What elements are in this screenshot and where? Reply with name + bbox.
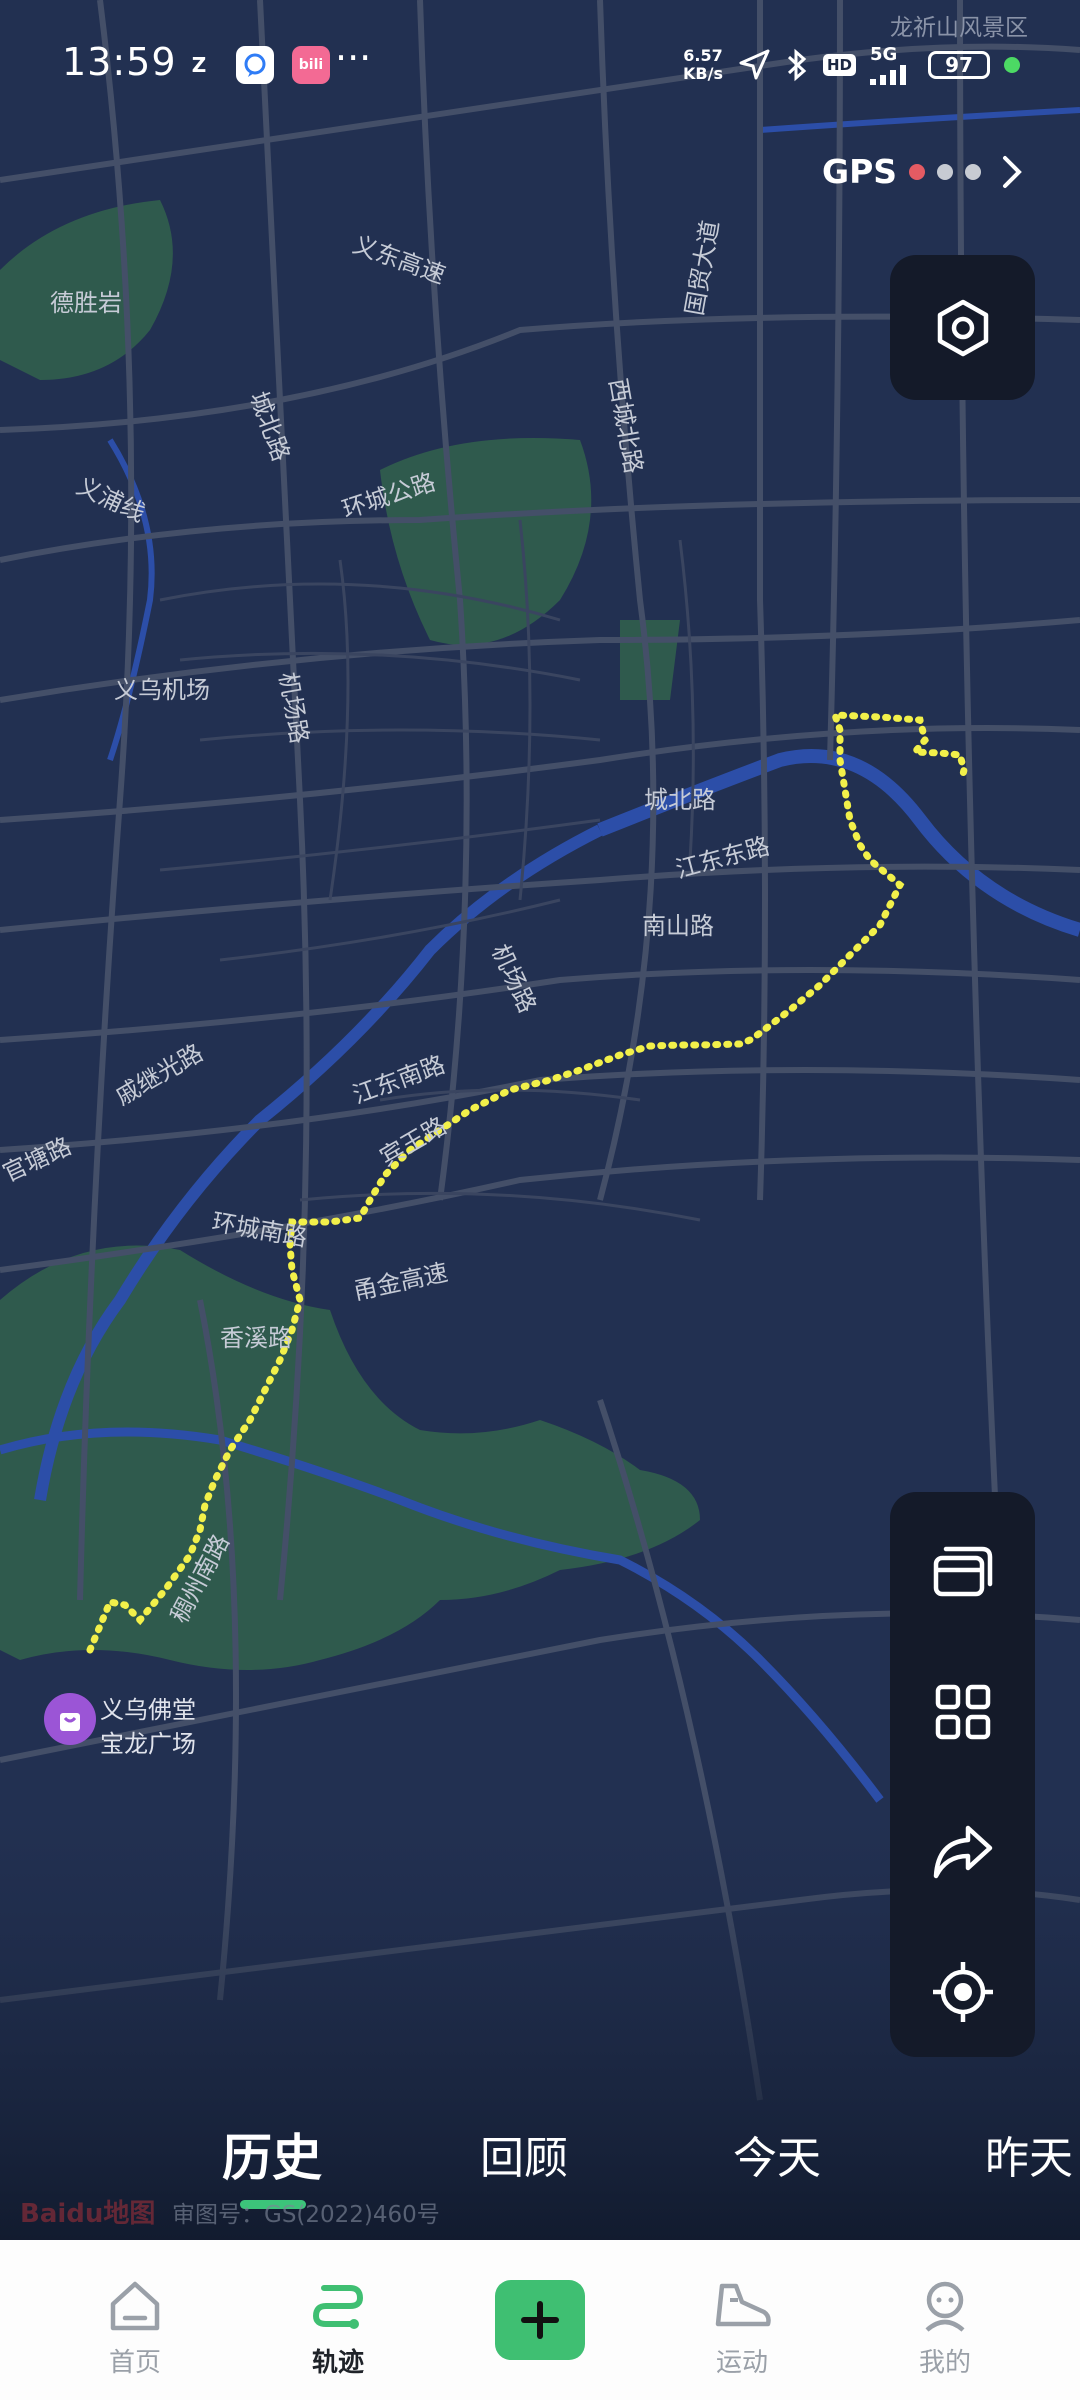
map-label: 城北路 (644, 786, 716, 814)
sneaker-icon (712, 2276, 772, 2336)
gps-signal-dot (909, 163, 926, 180)
tab-yesterday[interactable]: 昨天 (985, 2122, 1073, 2186)
map-tools-panel (890, 1492, 1035, 2057)
hd-badge: HD (822, 53, 856, 76)
layers-icon (933, 1546, 992, 1597)
status-time: 13:59 (62, 40, 177, 84)
location-arrow-icon (739, 49, 770, 79)
map-label: 义乌机场 (114, 676, 210, 704)
battery-indicator: 97 (928, 50, 990, 79)
nav-home[interactable]: 首页 (65, 2240, 205, 2400)
gps-status[interactable]: GPS (822, 152, 1023, 191)
settings-hexagon-icon (937, 299, 988, 356)
poi-marker[interactable]: 义乌佛堂 宝龙广场 (44, 1693, 196, 1758)
map-license-number: 审图号：GS(2022)460号 (172, 2202, 440, 2228)
layers-button[interactable] (890, 1502, 1035, 1642)
share-icon (933, 1825, 992, 1879)
tab-history[interactable]: 历史 (222, 2118, 322, 2190)
gps-signal-dot (937, 163, 954, 180)
status-indicators: 6.57 KB/s HD 5G 97 (683, 44, 1020, 85)
shopping-bag-icon (44, 1693, 96, 1745)
signal-icon (870, 65, 906, 85)
poi-label: 义乌佛堂 宝龙广场 (100, 1696, 196, 1758)
locate-button[interactable] (890, 1922, 1035, 2062)
nav-track[interactable]: 轨迹 (268, 2240, 408, 2400)
nav-label: 我的 (918, 2348, 971, 2378)
network-type: 5G (870, 44, 898, 65)
home-icon (105, 2276, 165, 2336)
chat-bubble-icon (236, 46, 274, 84)
nav-sport[interactable]: 运动 (672, 2240, 812, 2400)
bilibili-icon: bili (292, 46, 330, 84)
baidu-map-logo: Baidu地图 (20, 2199, 156, 2229)
plus-icon (521, 2301, 559, 2339)
map-label: 南山路 (642, 912, 714, 940)
tab-today[interactable]: 今天 (733, 2122, 821, 2186)
gps-label: GPS (822, 152, 898, 191)
map-settings-button[interactable] (890, 255, 1035, 400)
gps-signal-dot (965, 163, 982, 180)
nav-label: 首页 (108, 2348, 161, 2378)
bluetooth-icon (787, 48, 807, 81)
nav-label: 运动 (715, 2348, 768, 2378)
nav-profile[interactable]: 我的 (875, 2240, 1015, 2400)
more-notifications-icon: ··· (335, 36, 372, 80)
tab-review[interactable]: 回顾 (480, 2122, 568, 2186)
nav-label: 轨迹 (311, 2348, 364, 2378)
net-speed: 6.57 KB/s (683, 45, 723, 83)
add-record-button[interactable] (495, 2280, 585, 2360)
privacy-dot (1004, 56, 1020, 73)
map-label: 香溪路 (220, 1324, 292, 1352)
status-bar: 13:59 Z bili ··· 6.57 KB/s HD 5G 97 (0, 0, 1080, 130)
notification-icons: Z bili (180, 46, 330, 84)
zhifubao-icon: Z (191, 53, 207, 77)
map-label: 德胜岩 (50, 289, 122, 317)
share-button[interactable] (890, 1782, 1035, 1922)
profile-icon (915, 2276, 975, 2336)
track-icon (308, 2276, 368, 2336)
grid-icon (935, 1684, 990, 1740)
time-range-tabs: 历史 回顾 今天 昨天 (0, 2118, 1080, 2188)
grid-button[interactable] (890, 1642, 1035, 1782)
locate-icon (932, 1962, 993, 2022)
chevron-right-icon (1003, 155, 1022, 188)
